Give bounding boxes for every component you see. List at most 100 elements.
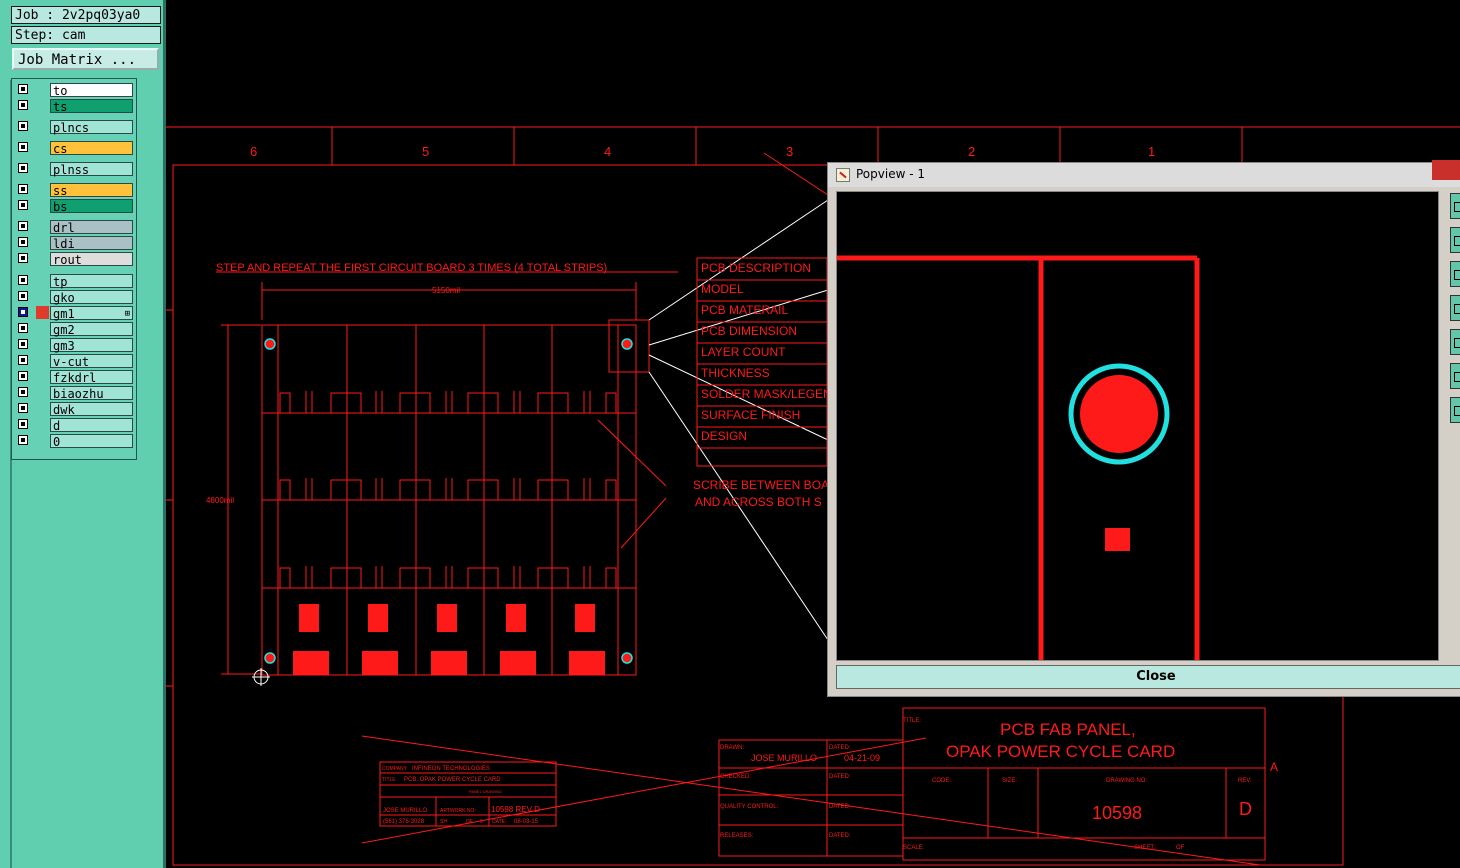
layer-row-dwk[interactable]: dwk (16, 402, 135, 417)
layer-checkbox[interactable] (18, 355, 28, 365)
layer-checkbox[interactable] (18, 200, 28, 210)
layer-row-plncs[interactable]: plncs (16, 120, 135, 135)
dated-label: DATED: (829, 745, 851, 751)
layer-row-ts[interactable]: ts (16, 99, 135, 114)
layer-row-ldi[interactable]: ldi (16, 236, 135, 251)
stamp-company-label: COMPANY (382, 766, 408, 772)
stamp-company: INFINEON TECHNOLOGIES (412, 766, 490, 772)
checked-label: CHECKED: (720, 774, 751, 780)
layer-name[interactable]: plnss (50, 162, 133, 177)
sheet-label: SHEET: (1134, 845, 1155, 851)
layer-name[interactable]: v-cut (50, 354, 133, 369)
drawing-title-2: OPAK POWER CYCLE CARD (946, 742, 1175, 761)
close-button[interactable]: Close (836, 665, 1460, 689)
layer-checkbox[interactable] (18, 121, 28, 131)
code-label: CODE: (932, 778, 951, 784)
step-label: Step: cam (11, 26, 161, 44)
expand-icon[interactable]: ⊞ (125, 307, 130, 321)
layer-row-biaozhu[interactable]: biaozhu (16, 386, 135, 401)
popview-titlebar[interactable]: Popview - 1 (828, 163, 1460, 187)
layer-row-fzkdrl[interactable]: fzkdrl (16, 370, 135, 385)
layer-checkbox[interactable] (18, 323, 28, 333)
layer-checkbox[interactable] (18, 275, 28, 285)
layer-name[interactable]: ts (50, 99, 133, 114)
zoom-fit-icon[interactable] (1450, 261, 1460, 287)
pan-icon[interactable] (1450, 295, 1460, 321)
layer-row-ss[interactable]: ss (16, 183, 135, 198)
job-matrix-button[interactable]: Job Matrix ... (12, 48, 159, 70)
popview-canvas[interactable] (836, 191, 1439, 661)
layer-name[interactable]: 0 (50, 434, 133, 449)
layer-name[interactable]: gm1 ⊞ (50, 306, 133, 321)
layer-checkbox[interactable] (18, 142, 28, 152)
layer-row-gm3[interactable]: gm3 (16, 338, 135, 353)
scribe-note: SCRIBE BETWEEN BOA (693, 478, 829, 492)
layer-row-to[interactable]: to (16, 83, 135, 98)
snap-icon[interactable] (1450, 397, 1460, 423)
layer-name[interactable]: ldi (50, 236, 133, 251)
stamp-date-label: DATE: (492, 819, 506, 825)
layer-checkbox[interactable] (18, 163, 28, 173)
layer-row-0[interactable]: 0 (16, 434, 135, 449)
zoom-in-icon[interactable] (1450, 193, 1460, 219)
layer-row-v-cut[interactable]: v-cut (16, 354, 135, 369)
layer-row-gko[interactable]: gko (16, 290, 135, 305)
layer-name[interactable]: dwk (50, 402, 133, 417)
board-tabs (279, 566, 617, 588)
layer-row-cs[interactable]: cs (16, 141, 135, 156)
layer-name[interactable]: cs (50, 141, 133, 156)
scale-label: SCALE: (903, 845, 925, 851)
component (368, 604, 388, 632)
layer-row-gm2[interactable]: gm2 (16, 322, 135, 337)
layer-row-tp[interactable]: tp (16, 274, 135, 289)
stamp-of-label: OF (466, 819, 473, 825)
redraw-icon[interactable] (1450, 329, 1460, 355)
layer-row-drl[interactable]: drl (16, 220, 135, 235)
layer-checkbox[interactable] (18, 435, 28, 445)
of-label: OF (1176, 845, 1185, 851)
layer-name[interactable]: bs (50, 199, 133, 214)
layer-row-plnss[interactable]: plnss (16, 162, 135, 177)
layer-checkbox[interactable] (18, 291, 28, 301)
layer-checkbox[interactable] (18, 221, 28, 231)
layer-row-rout[interactable]: rout (16, 252, 135, 267)
layer-checkbox[interactable] (18, 307, 28, 317)
layer-row-d[interactable]: d (16, 418, 135, 433)
layer-name[interactable]: gko (50, 290, 133, 305)
layer-name[interactable]: gm3 (50, 338, 133, 353)
layer-checkbox[interactable] (18, 184, 28, 194)
layer-name[interactable]: plncs (50, 120, 133, 135)
layer-name[interactable]: tp (50, 274, 133, 289)
layer-name[interactable]: gm2 (50, 322, 133, 337)
layer-checkbox[interactable] (18, 253, 28, 263)
layer-checkbox[interactable] (18, 339, 28, 349)
layer-checkbox[interactable] (18, 84, 28, 94)
popview-window: Popview - 1 Close (827, 162, 1460, 697)
drawing-number: 10598 (1092, 803, 1142, 823)
scribe-arrow (597, 419, 667, 487)
layer-checkbox[interactable] (18, 419, 28, 429)
layer-row-bs[interactable]: bs (16, 199, 135, 214)
layer-name[interactable]: drl (50, 220, 133, 235)
layer-row-gm1[interactable]: gm1 ⊞ (16, 306, 135, 321)
layer-name[interactable]: to (50, 83, 133, 98)
layer-checkbox[interactable] (18, 237, 28, 247)
layer-checkbox[interactable] (18, 371, 28, 381)
layer-checkbox[interactable] (18, 100, 28, 110)
layer-name[interactable]: biaozhu (50, 386, 133, 401)
layer-name[interactable]: d (50, 418, 133, 433)
popview-title: Popview - 1 (856, 167, 925, 181)
layer-checkbox[interactable] (18, 403, 28, 413)
layer-checkbox[interactable] (18, 387, 28, 397)
zoom-out-icon[interactable] (1450, 227, 1460, 253)
repeat-note: STEP AND REPEAT THE FIRST CIRCUIT BOARD … (216, 262, 607, 274)
layer-name[interactable]: rout (50, 252, 133, 267)
fiducial-pad (1080, 375, 1158, 453)
window-close-icon[interactable] (1432, 160, 1460, 180)
measure-icon[interactable] (1450, 363, 1460, 389)
layer-name[interactable]: fzkdrl (50, 370, 133, 385)
dim-width-label: 5150mil (432, 286, 460, 295)
spec-row: PCB MATERAIL (701, 303, 788, 317)
spec-row: PCB DIMENSION (701, 324, 797, 338)
layer-name[interactable]: ss (50, 183, 133, 198)
